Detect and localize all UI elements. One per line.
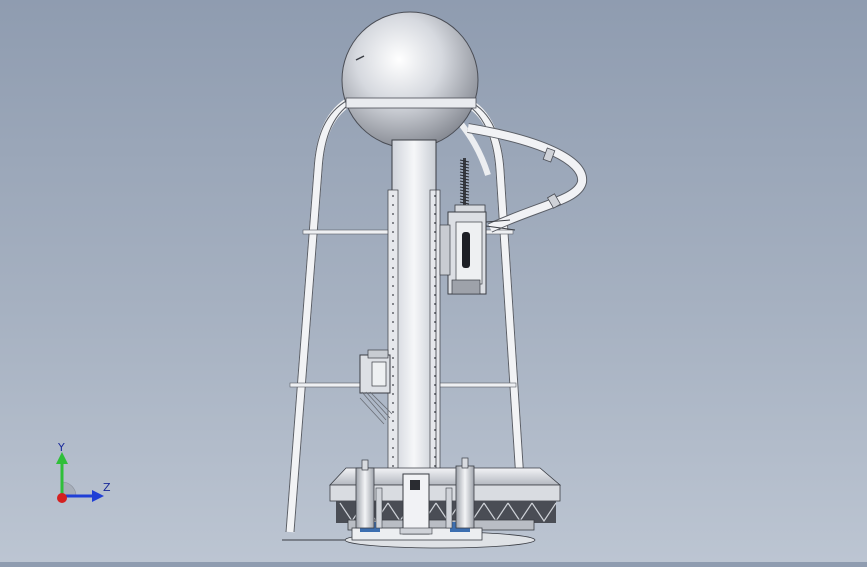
top-sphere [341, 11, 479, 149]
rail-hole [392, 222, 394, 224]
rail-hole [392, 267, 394, 269]
rail-hole [392, 384, 394, 386]
rail-hole [434, 366, 436, 368]
rail-hole [434, 465, 436, 467]
column-foot [399, 473, 433, 535]
rail-hole [392, 438, 394, 440]
rail-hole [434, 276, 436, 278]
model-view [282, 11, 588, 549]
rail-hole [434, 375, 436, 377]
lower-bracket [359, 349, 393, 425]
rail-hole [392, 240, 394, 242]
rail-hole [434, 456, 436, 458]
rail-hole [392, 357, 394, 359]
rail-hole [392, 294, 394, 296]
rail-hole [392, 231, 394, 233]
rail-hole [392, 312, 394, 314]
rail-hole [392, 204, 394, 206]
rail-hole [392, 465, 394, 467]
rail-hole [392, 285, 394, 287]
rail-hole [434, 267, 436, 269]
rail-hole [392, 195, 394, 197]
rail-hole [434, 231, 436, 233]
rail-hole [434, 330, 436, 332]
rail-hole [434, 411, 436, 413]
rail-hole [434, 249, 436, 251]
rail-hole [392, 258, 394, 260]
rail-hole [434, 447, 436, 449]
rail-hole [434, 204, 436, 206]
rail-hole [434, 438, 436, 440]
rail-hole [434, 213, 436, 215]
rail-hole [434, 195, 436, 197]
rail-hole [434, 393, 436, 395]
rail-hole [434, 294, 436, 296]
rail-hole [392, 402, 394, 404]
rail-hole [392, 330, 394, 332]
rail-hole [392, 393, 394, 395]
rail-hole [434, 285, 436, 287]
rail-hole [434, 384, 436, 386]
rail-hole [392, 420, 394, 422]
rail-hole [392, 456, 394, 458]
rail-hole [392, 429, 394, 431]
rail-hole [392, 447, 394, 449]
rail-hole [392, 411, 394, 413]
z-axis-label: Z [103, 481, 111, 494]
rail-hole [434, 402, 436, 404]
cad-viewport[interactable]: Y Z [0, 0, 867, 562]
rail-hole [434, 429, 436, 431]
rail-hole [434, 321, 436, 323]
coordinate-triad: Y Z [40, 438, 120, 510]
rail-hole [434, 348, 436, 350]
rail-hole [392, 375, 394, 377]
rail-hole [392, 339, 394, 341]
y-axis-label: Y [57, 441, 65, 454]
rail-hole [392, 366, 394, 368]
rail-hole [392, 249, 394, 251]
rail-hole [392, 303, 394, 305]
rail-hole [392, 276, 394, 278]
rail-hole [392, 321, 394, 323]
rail-hole [434, 258, 436, 260]
rail-hole [434, 303, 436, 305]
rail-hole [434, 312, 436, 314]
rail-hole [434, 339, 436, 341]
rail-hole [392, 213, 394, 215]
rail-hole [434, 357, 436, 359]
rail-hole [434, 240, 436, 242]
rail-hole [434, 420, 436, 422]
rail-hole [434, 222, 436, 224]
x-axis-dot [57, 493, 67, 503]
rail-hole [392, 348, 394, 350]
